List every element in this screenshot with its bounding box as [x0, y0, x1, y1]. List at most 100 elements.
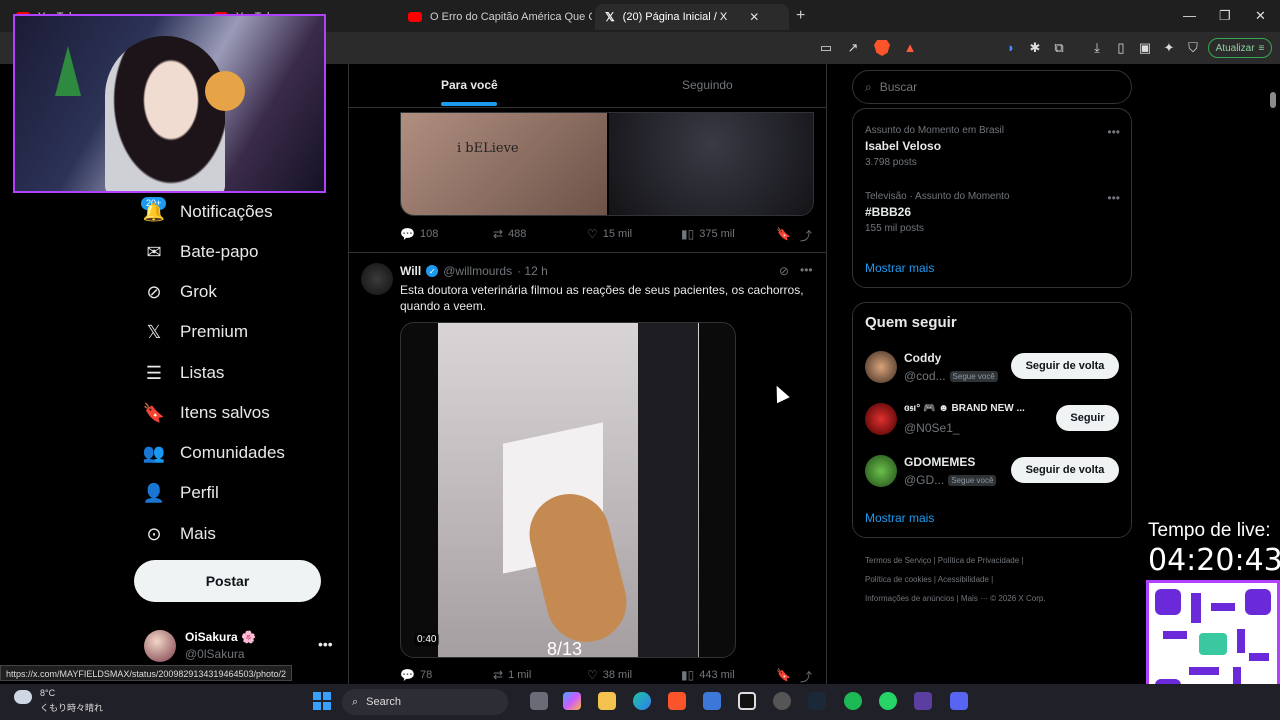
- steam-icon[interactable]: [808, 692, 826, 710]
- nav-communities[interactable]: 👥 Comunidades: [143, 435, 285, 471]
- discord-icon[interactable]: [950, 692, 968, 710]
- like-button[interactable]: ♡ 15 mil: [587, 227, 632, 241]
- leo-ai-icon[interactable]: ✦: [1161, 40, 1177, 56]
- new-tab-icon[interactable]: +: [796, 7, 805, 25]
- repost-button[interactable]: ⇄ 488: [493, 227, 526, 241]
- views-button[interactable]: ▮▯ 443 mil: [681, 668, 735, 682]
- tweet-video[interactable]: 0:40 8/13: [400, 322, 736, 658]
- nav-grok[interactable]: ⊘ Grok: [144, 274, 216, 310]
- store-icon[interactable]: [703, 692, 721, 710]
- whatsapp-icon[interactable]: [879, 692, 897, 710]
- author-handle[interactable]: @willmourds: [443, 264, 512, 278]
- repost-icon: ⇄: [493, 227, 504, 241]
- account-switcher[interactable]: OiSakura 🌸 @0lSakura •••: [144, 628, 334, 664]
- windows-start-icon[interactable]: [313, 692, 331, 710]
- download-icon[interactable]: ⤓: [1089, 40, 1105, 56]
- bookmark-button[interactable]: 🔖: [776, 668, 791, 682]
- share-icon: ⤴: [800, 670, 813, 684]
- sidebar-toggle-icon[interactable]: ▯: [1113, 40, 1129, 56]
- trend-item[interactable]: Assunto do Momento em Brasil Isabel Velo…: [865, 125, 1120, 168]
- reply-button[interactable]: 💬 108: [400, 227, 438, 241]
- task-view-icon[interactable]: [530, 692, 548, 710]
- audio-icon[interactable]: ◗: [1003, 40, 1019, 56]
- follow-back-button[interactable]: Seguir de volta: [1011, 457, 1119, 483]
- minimize-icon[interactable]: —: [1183, 8, 1196, 23]
- tweet-text: Esta doutora veterinária filmou as reaçõ…: [400, 283, 804, 313]
- live-time-label: Tempo de live:: [1148, 520, 1271, 541]
- tab-for-you[interactable]: Para você: [441, 78, 498, 92]
- rewards-icon[interactable]: ▲: [902, 40, 918, 56]
- nav-chat[interactable]: ✉ Bate-papo: [144, 234, 258, 270]
- vpn-icon[interactable]: ⛉: [1185, 40, 1201, 56]
- close-window-icon[interactable]: ✕: [1255, 8, 1266, 24]
- author-name[interactable]: Will: [400, 264, 421, 278]
- mail-icon: ✉: [146, 241, 162, 262]
- more-link[interactable]: Mais ···: [961, 594, 988, 603]
- who-to-follow-panel: Quem seguir Coddy @cod... Segue você Segu…: [852, 302, 1132, 538]
- obs-icon[interactable]: [738, 692, 756, 710]
- nav-profile[interactable]: 👤 Perfil: [143, 475, 219, 511]
- avatar: [144, 630, 176, 662]
- nav-premium[interactable]: 𝕏 Premium: [144, 314, 248, 350]
- share-button[interactable]: ⤴: [800, 227, 812, 244]
- follow-suggestion[interactable]: Coddy @cod... Segue você Seguir de volta: [865, 351, 1125, 385]
- search-input[interactable]: ⌕ Buscar: [852, 70, 1132, 104]
- nav-more[interactable]: ⊙ Mais: [144, 516, 215, 552]
- follow-back-button[interactable]: Seguir de volta: [1011, 353, 1119, 379]
- tweet-image[interactable]: i bELieve: [400, 112, 814, 216]
- follow-suggestion[interactable]: ɞ𝔰ı° 🎮 ☻ BRAND NEW ... @N0Se1_ Seguir: [865, 403, 1125, 437]
- terms-link[interactable]: Termos de Serviço: [865, 556, 931, 565]
- restore-icon[interactable]: ❐: [1219, 8, 1231, 24]
- scrollbar[interactable]: [1270, 92, 1276, 108]
- tab-following[interactable]: Seguindo: [682, 78, 733, 92]
- grok-icon[interactable]: ⊘: [779, 264, 789, 278]
- bookmark-button[interactable]: 🔖: [776, 227, 791, 241]
- wallet-icon[interactable]: ▣: [1137, 40, 1153, 56]
- share-icon[interactable]: ↗: [845, 40, 861, 56]
- screenshot-icon[interactable]: ⧉: [1051, 40, 1067, 56]
- cast-icon[interactable]: ▭: [818, 40, 834, 56]
- app-icon[interactable]: [914, 692, 932, 710]
- more-icon[interactable]: •••: [1107, 191, 1120, 205]
- close-tab-icon[interactable]: ✕: [749, 10, 759, 24]
- repost-button[interactable]: ⇄ 1 mil: [493, 668, 531, 682]
- tweet-time[interactable]: · 12 h: [517, 264, 548, 278]
- follow-suggestion[interactable]: GDOMEMES @GD... Segue você Seguir de volt…: [865, 455, 1125, 489]
- ads-info-link[interactable]: Informações de anúncios: [865, 594, 954, 603]
- trends-show-more-link[interactable]: Mostrar mais: [865, 261, 934, 275]
- post-button[interactable]: Postar: [134, 560, 321, 602]
- file-explorer-icon[interactable]: [598, 692, 616, 710]
- trend-item[interactable]: Televisão · Assunto do Momento #BBB26 15…: [865, 191, 1120, 234]
- reply-button[interactable]: 💬 78: [400, 668, 432, 682]
- follow-show-more-link[interactable]: Mostrar mais: [865, 511, 934, 525]
- nav-bookmarks[interactable]: 🔖 Itens salvos: [143, 395, 270, 431]
- more-icon[interactable]: •••: [1107, 125, 1120, 139]
- copilot-icon[interactable]: [563, 692, 581, 710]
- edge-icon[interactable]: [633, 692, 651, 710]
- settings-icon[interactable]: [773, 692, 791, 710]
- nav-lists[interactable]: ☰ Listas: [144, 355, 225, 391]
- update-button[interactable]: Atualizar ≡: [1208, 38, 1272, 58]
- more-icon[interactable]: •••: [800, 263, 813, 277]
- tab-x-home[interactable]: 𝕏 (20) Página Inicial / X ✕: [595, 4, 789, 30]
- privacy-link[interactable]: Política de Privacidade: [938, 556, 1019, 565]
- who-to-follow-title: Quem seguir: [865, 314, 957, 331]
- like-button[interactable]: ♡ 38 mil: [587, 668, 632, 682]
- brave-icon[interactable]: [668, 692, 686, 710]
- taskbar-search[interactable]: ⌕ Search: [342, 689, 508, 715]
- tweet-photo-1[interactable]: i bELieve: [401, 113, 607, 215]
- nav-notifications[interactable]: 🔔 Notificações: [143, 194, 273, 230]
- follow-button[interactable]: Seguir: [1056, 405, 1119, 431]
- cookies-link[interactable]: Política de cookies: [865, 575, 932, 584]
- avatar: [865, 351, 897, 383]
- tweet-photo-2[interactable]: [609, 113, 813, 215]
- accessibility-link[interactable]: Acessibilidade: [938, 575, 989, 584]
- more-icon[interactable]: •••: [318, 636, 333, 652]
- share-button[interactable]: ⤴: [800, 668, 812, 685]
- cloud-icon: [14, 690, 32, 704]
- views-button[interactable]: ▮▯ 375 mil: [681, 227, 735, 241]
- extensions-icon[interactable]: ✱: [1027, 40, 1043, 56]
- avatar[interactable]: [361, 263, 393, 295]
- spotify-icon[interactable]: [844, 692, 862, 710]
- tab-youtube-video[interactable]: O Erro do Capitão América Que Cri...: [398, 4, 602, 30]
